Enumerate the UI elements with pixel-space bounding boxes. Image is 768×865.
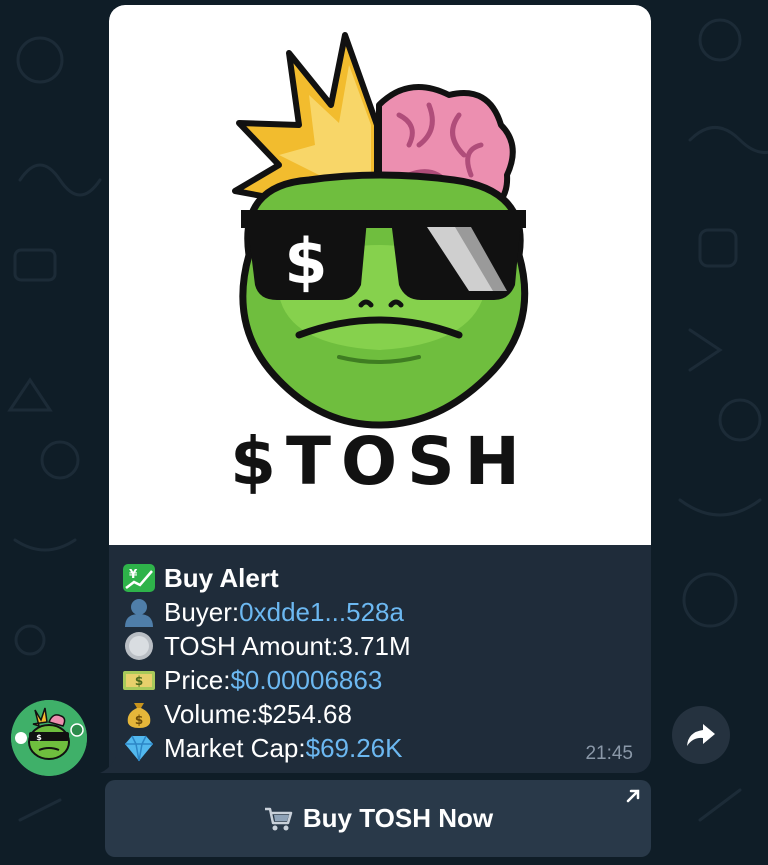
volume-value: $254.68 xyxy=(257,699,352,729)
chart-yen-icon: ¥ xyxy=(122,563,156,593)
sender-avatar[interactable]: $ xyxy=(11,700,87,776)
bust-silhouette-icon xyxy=(122,597,156,627)
market-cap-label: Market Cap: xyxy=(164,733,306,763)
message-image[interactable]: $ $TOSH xyxy=(109,5,651,545)
buyer-line: Buyer: 0xdde1...528a xyxy=(122,595,411,629)
amount-label: TOSH Amount: xyxy=(164,631,339,661)
buyer-label: Buyer: xyxy=(164,597,240,627)
bubble-tail xyxy=(100,757,116,773)
amount-line: TOSH Amount: 3.71M xyxy=(122,629,411,663)
svg-text:$: $ xyxy=(135,713,143,727)
price-line: $ Price: $0.00006863 xyxy=(122,663,411,697)
volume-label: Volume: xyxy=(164,699,258,729)
shopping-cart-icon xyxy=(264,807,293,830)
buy-now-label: Buy TOSH Now xyxy=(302,803,494,833)
alert-title: Buy Alert xyxy=(164,563,279,593)
price-label: Price: xyxy=(164,665,231,695)
forward-arrow-icon xyxy=(687,724,715,746)
message-bubble: $ $TOSH ¥ Buy Alert Buyer: 0xdde1...528a… xyxy=(109,5,651,773)
external-link-arrow-icon xyxy=(626,789,640,803)
market-cap-link[interactable]: $69.26K xyxy=(306,731,403,765)
market-cap-line: Market Cap: $69.26K xyxy=(122,731,411,765)
price-link[interactable]: $0.00006863 xyxy=(230,663,382,697)
svg-text:$: $ xyxy=(36,733,42,742)
buyer-address-link[interactable]: 0xdde1...528a xyxy=(239,595,404,629)
money-bag-icon: $ xyxy=(122,699,156,729)
coin-icon xyxy=(122,631,156,661)
forward-button[interactable] xyxy=(672,706,730,764)
alert-title-line: ¥ Buy Alert xyxy=(122,561,411,595)
dollar-banknote-icon: $ xyxy=(122,665,156,695)
amount-value: 3.71M xyxy=(338,631,411,661)
volume-line: $ Volume: $254.68 xyxy=(122,697,411,731)
svg-text:$: $ xyxy=(135,674,143,688)
svg-text:$: $ xyxy=(284,225,327,298)
brand-text: $TOSH xyxy=(230,423,530,500)
buy-now-button[interactable]: Buy TOSH Now xyxy=(105,780,651,857)
svg-text:¥: ¥ xyxy=(129,567,138,581)
alert-text: ¥ Buy Alert Buyer: 0xdde1...528a TOSH Am… xyxy=(122,561,411,765)
message-time: 21:45 xyxy=(585,743,633,764)
gem-icon xyxy=(122,733,156,763)
